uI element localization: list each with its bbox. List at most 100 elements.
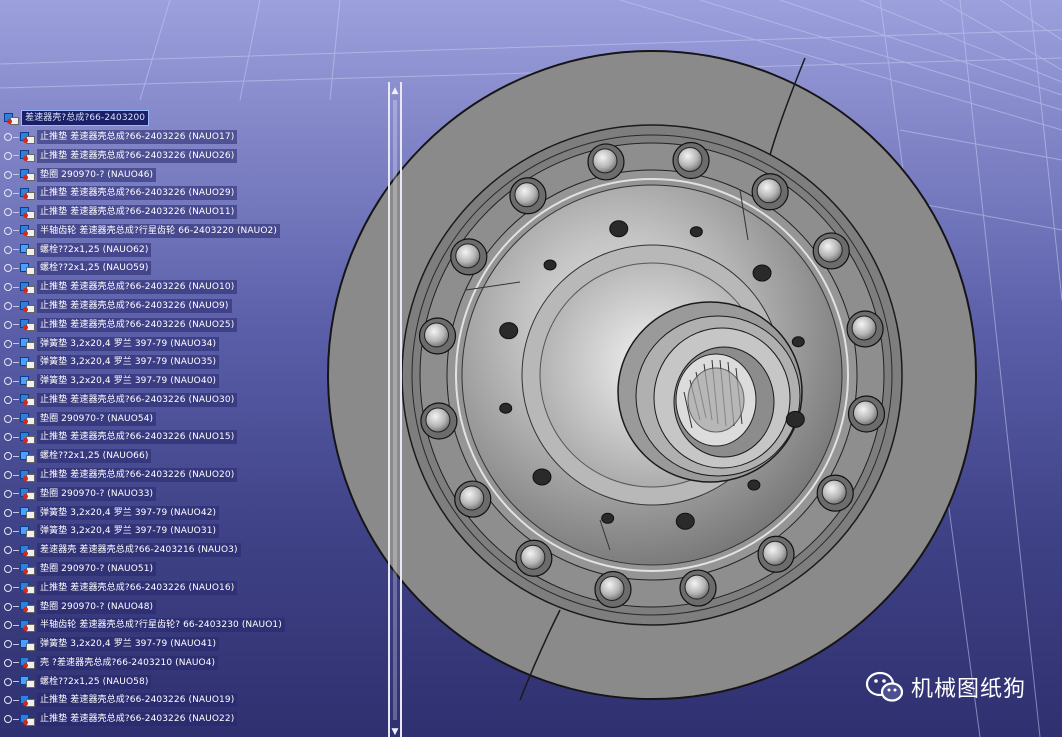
expand-toggle-icon[interactable] (4, 583, 12, 592)
expand-toggle-icon[interactable] (4, 658, 12, 667)
tree-item[interactable]: 垫圈 290970-? (NAUO33) (4, 485, 157, 503)
product-icon (20, 469, 35, 482)
expand-toggle-icon[interactable] (4, 621, 12, 630)
product-icon (20, 431, 35, 444)
specification-tree[interactable]: 差速器壳?总成?66-2403200 止推垫 差速器壳总成?66-2403226… (0, 108, 400, 737)
differential-case-model[interactable] (327, 50, 977, 701)
bolt-head[interactable] (751, 173, 789, 211)
tree-scrollbar[interactable]: ▲ ▼ (388, 82, 402, 737)
bolt-head[interactable] (847, 395, 886, 433)
expand-toggle-icon[interactable] (4, 527, 12, 536)
tree-item[interactable]: 止推垫 差速器壳总成?66-2403226 (NAUO16) (4, 579, 238, 597)
tree-item[interactable]: 止推垫 差速器壳总成?66-2403226 (NAUO22) (4, 710, 238, 728)
bolt-head[interactable] (420, 402, 458, 440)
tree-item[interactable]: 半轴齿轮 差速器壳总成?行星齿轮 66-2403220 (NAUO2) (4, 222, 280, 240)
scroll-down-arrow-icon[interactable]: ▼ (391, 727, 399, 737)
expand-toggle-icon[interactable] (4, 189, 12, 198)
tree-item[interactable]: 螺栓??2x1,25 (NAUO66) (4, 447, 152, 465)
product-icon (20, 318, 35, 332)
expand-toggle-icon[interactable] (4, 508, 12, 517)
bolt-head[interactable] (587, 143, 625, 181)
tree-item-label: 止推垫 差速器壳总成?66-2403226 (NAUO19) (37, 693, 238, 708)
tree-item[interactable]: 止推垫 差速器壳总成?66-2403226 (NAUO15) (4, 428, 238, 446)
expand-toggle-icon[interactable] (4, 358, 12, 367)
expand-toggle-icon[interactable] (4, 377, 12, 386)
bolt-head[interactable] (509, 177, 547, 215)
tree-item[interactable]: 止推垫 差速器壳总成?66-2403226 (NAUO20) (4, 466, 238, 484)
tree-item-label: 止推垫 差速器壳总成?66-2403226 (NAUO30) (37, 392, 238, 407)
expand-toggle-icon[interactable] (4, 471, 12, 480)
tree-item[interactable]: 差速器壳 差速器壳总成?66-2403216 (NAUO3) (4, 541, 241, 559)
expand-toggle-icon[interactable] (4, 339, 12, 348)
tree-item[interactable]: 垫圈 290970-? (NAUO48) (4, 598, 157, 616)
tree-item[interactable]: 半轴齿轮 差速器壳总成?行星齿轮? 66-2403230 (NAUO1) (4, 616, 285, 634)
tree-item[interactable]: 螺栓??2x1,25 (NAUO62) (4, 241, 152, 259)
expand-toggle-icon[interactable] (4, 414, 12, 423)
tree-item[interactable]: 止推垫 差速器壳总成?66-2403226 (NAUO9) (4, 297, 232, 315)
tree-item[interactable]: 垫圈 290970-? (NAUO46) (4, 166, 157, 184)
tree-connector (13, 718, 19, 720)
tree-item[interactable]: 止推垫 差速器壳总成?66-2403226 (NAUO11) (4, 203, 238, 221)
expand-toggle-icon[interactable] (4, 302, 12, 311)
expand-toggle-icon[interactable] (4, 677, 12, 686)
expand-toggle-icon[interactable] (4, 208, 12, 217)
expand-toggle-icon[interactable] (4, 433, 12, 442)
tree-item[interactable]: 止推垫 差速器壳总成?66-2403226 (NAUO10) (4, 278, 238, 296)
bolt-head[interactable] (757, 535, 795, 573)
expand-toggle-icon[interactable] (4, 715, 12, 724)
bolt-head[interactable] (679, 569, 717, 607)
tree-item[interactable]: 止推垫 差速器壳总成?66-2403226 (NAUO25) (4, 316, 238, 334)
expand-toggle-icon[interactable] (4, 320, 12, 329)
tree-item[interactable]: 止推垫 差速器壳总成?66-2403226 (NAUO30) (4, 391, 238, 409)
tree-item-label: 止推垫 差速器壳总成?66-2403226 (NAUO25) (37, 317, 238, 332)
bolt-head[interactable] (846, 310, 884, 348)
expand-toggle-icon[interactable] (4, 640, 12, 649)
bolt-head[interactable] (812, 232, 850, 270)
expand-toggle-icon[interactable] (4, 133, 12, 141)
tree-item[interactable]: 弹簧垫 3,2x20,4 罗兰 397-79 (NAUO41) (4, 635, 220, 653)
bolt-head[interactable] (816, 474, 854, 512)
expand-toggle-icon[interactable] (4, 264, 12, 273)
expand-toggle-icon[interactable] (4, 283, 12, 292)
bolt-head[interactable] (418, 317, 457, 355)
tree-item[interactable]: 止推垫 差速器壳总成?66-2403226 (NAUO29) (4, 184, 238, 202)
tree-item[interactable]: 弹簧垫 3,2x20,4 罗兰 397-79 (NAUO42) (4, 504, 220, 522)
tree-item[interactable]: 垫圈 290970-? (NAUO51) (4, 560, 157, 578)
expand-toggle-icon[interactable] (4, 546, 12, 555)
scroll-thumb[interactable] (393, 100, 397, 720)
scroll-up-arrow-icon[interactable]: ▲ (391, 86, 399, 96)
tree-item[interactable]: 止推垫 差速器壳总成?66-2403226 (NAUO26) (4, 147, 238, 165)
tree-item[interactable]: 螺栓??2x1,25 (NAUO58) (4, 673, 152, 691)
expand-toggle-icon[interactable] (4, 452, 12, 461)
tree-item[interactable]: 弹簧垫 3,2x20,4 罗兰 397-79 (NAUO34) (4, 335, 220, 353)
tree-connector (13, 249, 19, 251)
tree-item[interactable]: 止推垫 差速器壳总成?66-2403226 (NAUO17) (4, 128, 238, 146)
expand-toggle-icon[interactable] (4, 395, 12, 404)
bolt-head[interactable] (672, 141, 710, 180)
expand-toggle-icon[interactable] (4, 170, 12, 179)
bolt-head[interactable] (450, 238, 488, 276)
tree-item-label: 弹簧垫 3,2x20,4 罗兰 397-79 (NAUO41) (37, 637, 220, 652)
tree-item[interactable]: 垫圈 290970-? (NAUO54) (4, 410, 157, 428)
expand-toggle-icon[interactable] (4, 489, 12, 498)
bolt-head[interactable] (594, 570, 632, 609)
bolt-head[interactable] (515, 539, 553, 577)
tree-root[interactable]: 差速器壳?总成?66-2403200 (4, 109, 150, 127)
expand-toggle-icon[interactable] (4, 602, 12, 611)
product-icon (20, 600, 35, 613)
tree-item[interactable]: 弹簧垫 3,2x20,4 罗兰 397-79 (NAUO31) (4, 522, 220, 540)
expand-toggle-icon[interactable] (4, 696, 12, 705)
bolt-head[interactable] (454, 480, 492, 518)
product-icon (20, 713, 35, 726)
tree-item[interactable]: 止推垫 差速器壳总成?66-2403226 (NAUO19) (4, 691, 238, 709)
expand-toggle-icon[interactable] (4, 226, 12, 235)
expand-toggle-icon[interactable] (4, 151, 12, 160)
part-icon (20, 525, 35, 538)
expand-toggle-icon[interactable] (4, 245, 12, 254)
product-icon (20, 168, 35, 182)
tree-item[interactable]: 壳 ?差速器壳总成?66-2403210 (NAUO4) (4, 654, 219, 672)
tree-item[interactable]: 螺栓??2x1,25 (NAUO59) (4, 259, 152, 277)
tree-item[interactable]: 弹簧垫 3,2x20,4 罗兰 397-79 (NAUO35) (4, 353, 220, 371)
tree-item[interactable]: 弹簧垫 3,2x20,4 罗兰 397-79 (NAUO40) (4, 372, 220, 390)
expand-toggle-icon[interactable] (4, 564, 12, 573)
